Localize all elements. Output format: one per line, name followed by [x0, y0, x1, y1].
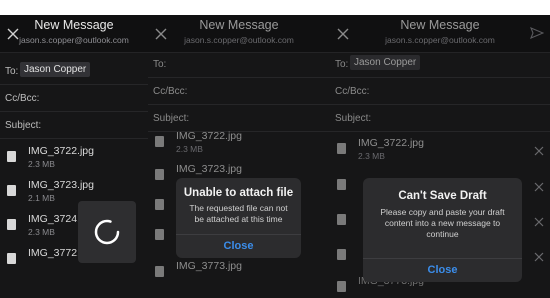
attachment-name: IMG_3722.jpg — [358, 137, 424, 149]
to-label: To: — [5, 66, 19, 77]
remove-attachment-icon[interactable] — [534, 143, 544, 156]
attachment-thumbnail-icon — [155, 229, 164, 240]
subject-label: Subject: — [153, 113, 190, 124]
divider — [148, 77, 330, 78]
subject-field[interactable]: Subject: — [330, 107, 550, 129]
ccbcc-field[interactable]: Cc/Bcc: — [0, 87, 148, 109]
attachment-thumbnail-icon — [155, 136, 164, 147]
loading-overlay — [78, 201, 136, 263]
attachment-thumbnail-icon — [337, 179, 346, 190]
to-field[interactable]: To: Jason Copper — [330, 53, 550, 75]
attachment-size: 2.3 MB — [176, 144, 203, 154]
divider — [0, 84, 148, 85]
alert-message: Please copy and paste your draft content… — [380, 207, 505, 239]
to-field[interactable]: To: — [148, 53, 330, 75]
attachment-name: IMG_3723.jpg — [28, 179, 94, 191]
attachment-item[interactable]: IMG_3722.jpg 2.3 MB — [330, 135, 550, 166]
compose-header: New Message jason.s.copper@outlook.com — [0, 15, 148, 53]
divider — [0, 111, 148, 112]
remove-attachment-icon[interactable] — [534, 179, 544, 192]
ccbcc-field[interactable]: Cc/Bcc: — [148, 80, 330, 102]
attachment-size: 2.1 MB — [28, 193, 55, 203]
attachment-thumbnail-icon — [337, 249, 346, 260]
attachment-thumbnail-icon — [7, 253, 16, 264]
compose-screen-draft-error: New Message jason.s.copper@outlook.com T… — [330, 15, 550, 298]
divider — [330, 104, 550, 105]
header-email: jason.s.copper@outlook.com — [184, 35, 294, 45]
divider — [330, 77, 550, 78]
draft-error-alert-dialog: Can't Save Draft Please copy and paste y… — [363, 178, 522, 282]
compose-header: New Message jason.s.copper@outlook.com — [330, 15, 550, 53]
subject-label: Subject: — [5, 120, 42, 131]
attachment-name: IMG_3722.jpg — [176, 130, 242, 142]
attachment-name: IMG_3773.jpg — [176, 260, 242, 272]
attachment-name: IMG_3723.jpg — [176, 163, 242, 175]
attachment-size: 2.3 MB — [358, 151, 385, 161]
alert-close-button[interactable]: Close — [176, 234, 301, 258]
divider — [148, 104, 330, 105]
remove-attachment-icon[interactable] — [534, 249, 544, 262]
attachment-thumbnail-icon — [7, 151, 16, 162]
remove-attachment-icon[interactable] — [534, 214, 544, 227]
attachment-name: IMG_3722.jpg — [28, 145, 94, 157]
alert-close-button[interactable]: Close — [363, 258, 522, 282]
to-field[interactable]: To: Jason Copper — [0, 60, 148, 82]
attachment-thumbnail-icon — [337, 214, 346, 225]
compose-header: New Message jason.s.copper@outlook.com — [148, 15, 330, 53]
subject-label: Subject: — [335, 113, 372, 124]
attachment-item[interactable]: IMG_3773.jpg — [148, 258, 330, 289]
attachment-thumbnail-icon — [7, 185, 16, 196]
attachment-name: IMG_3724. — [28, 213, 80, 225]
compose-screen-loading: New Message jason.s.copper@outlook.com T… — [0, 15, 148, 298]
alert-title: Can't Save Draft — [398, 190, 487, 202]
ccbcc-label: Cc/Bcc: — [335, 86, 370, 97]
loading-spinner-icon — [94, 219, 120, 245]
ccbcc-label: Cc/Bcc: — [5, 93, 40, 104]
alert-message: The requested file can not be attached a… — [189, 203, 288, 224]
divider — [330, 131, 550, 132]
divider — [0, 138, 148, 139]
recipient-chip[interactable]: Jason Copper — [20, 62, 91, 77]
attachment-item[interactable]: IMG_3722.jpg 2.3 MB — [0, 143, 148, 174]
ccbcc-label: Cc/Bcc: — [153, 86, 188, 97]
to-label: To: — [153, 59, 167, 70]
attachment-thumbnail-icon — [7, 219, 16, 230]
attachment-thumbnail-icon — [337, 281, 346, 292]
attachment-thumbnail-icon — [155, 169, 164, 180]
header-title: New Message — [34, 18, 114, 32]
subject-field[interactable]: Subject: — [0, 114, 148, 136]
to-label: To: — [335, 59, 349, 70]
header-email: jason.s.copper@outlook.com — [19, 35, 129, 45]
attachment-thumbnail-icon — [155, 266, 164, 277]
subject-field[interactable]: Subject: — [148, 107, 330, 129]
attachment-item[interactable]: IMG_3722.jpg 2.3 MB — [148, 128, 330, 159]
header-title: New Message — [400, 18, 480, 32]
attachment-thumbnail-icon — [155, 199, 164, 210]
attachment-thumbnail-icon — [337, 143, 346, 154]
compose-screen-attach-error: New Message jason.s.copper@outlook.com T… — [148, 15, 330, 298]
alert-title: Unable to attach file — [183, 187, 294, 199]
send-icon[interactable] — [530, 26, 545, 40]
ccbcc-field[interactable]: Cc/Bcc: — [330, 80, 550, 102]
header-title: New Message — [199, 18, 279, 32]
attachment-size: 2.3 MB — [28, 227, 55, 237]
recipient-chip[interactable]: Jason Copper — [350, 55, 421, 70]
error-alert-dialog: Unable to attach file The requested file… — [176, 178, 301, 258]
header-email: jason.s.copper@outlook.com — [385, 35, 495, 45]
attachment-size: 2.3 MB — [28, 159, 55, 169]
